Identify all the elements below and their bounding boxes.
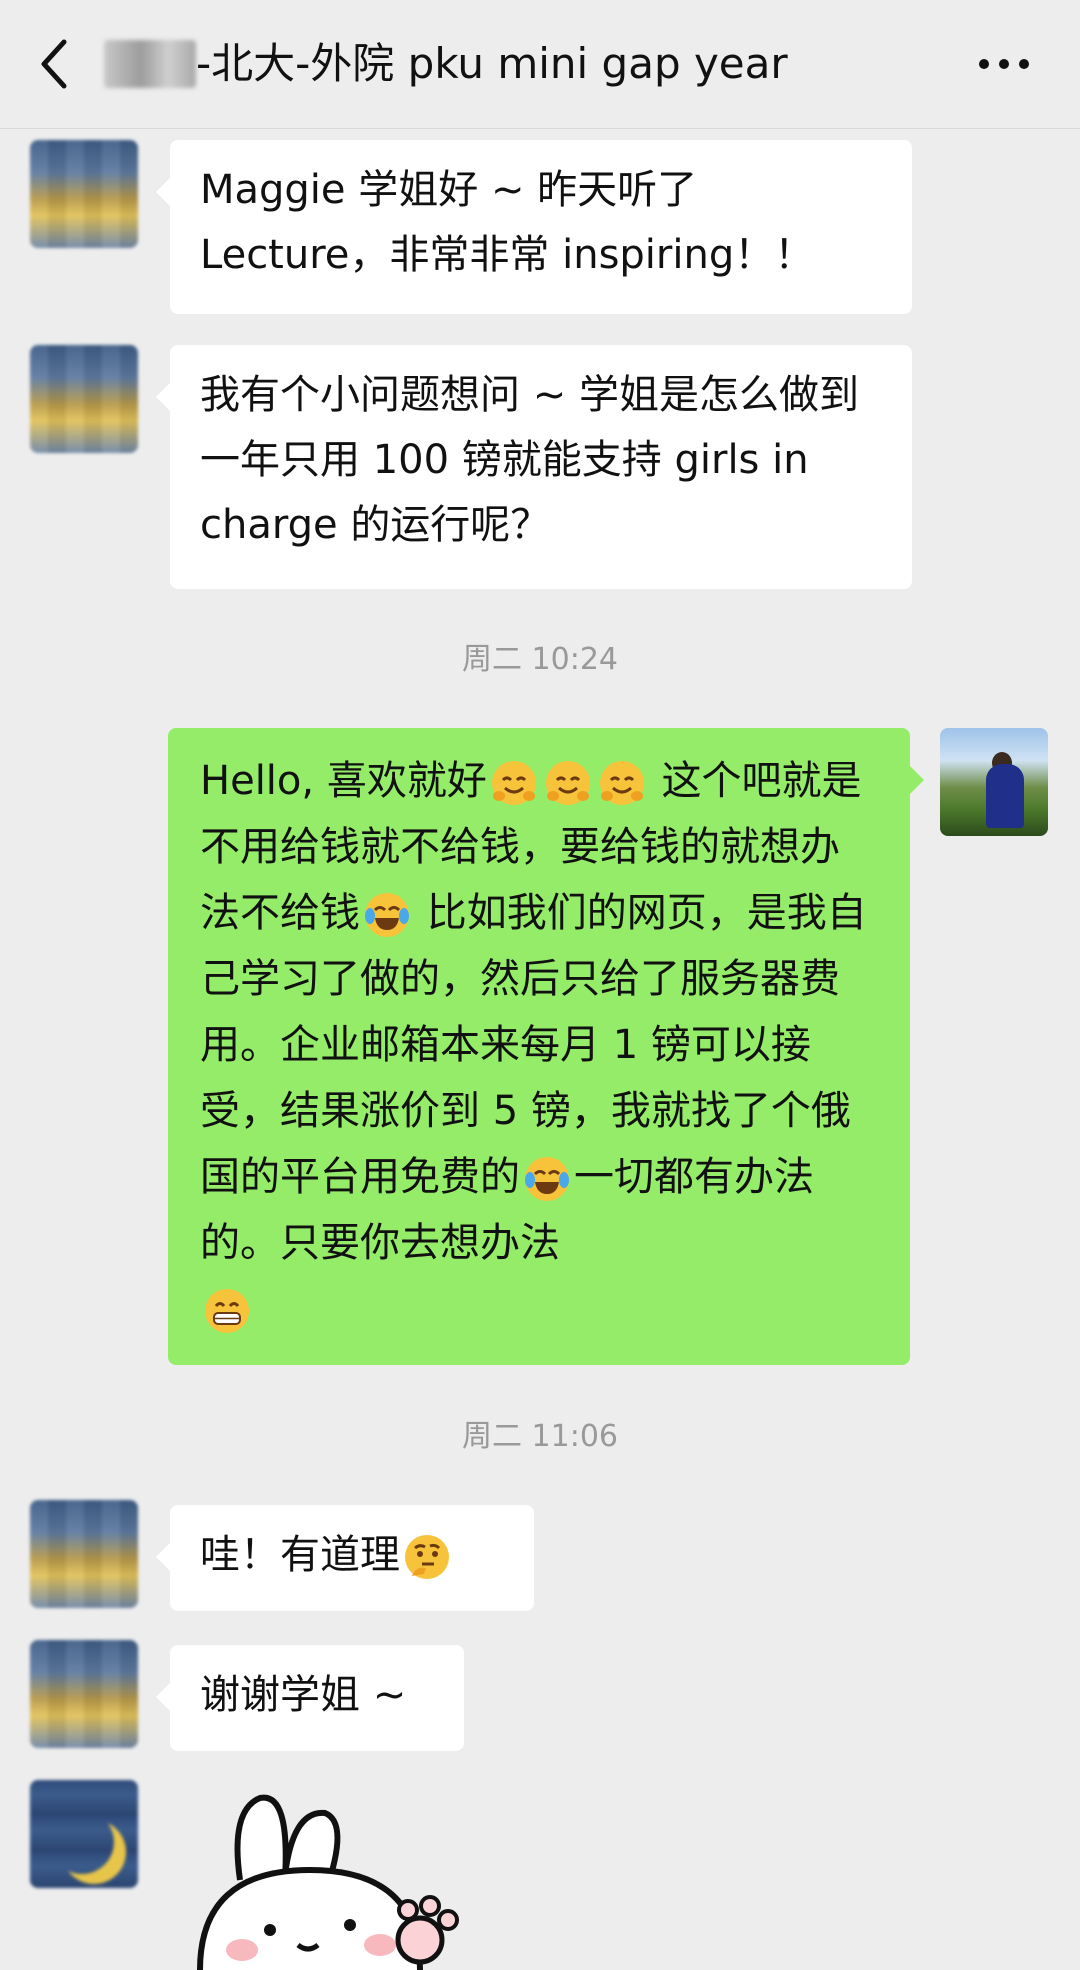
hugging-face-emoji-icon (491, 761, 536, 805)
my-avatar[interactable] (940, 728, 1048, 836)
message-bubble[interactable]: 哇！有道理 (156, 1505, 534, 1611)
message-text-part1: Hello, 喜欢就好 (200, 758, 487, 804)
sender-avatar[interactable] (30, 140, 138, 248)
tears-of-joy-emoji-icon (365, 893, 409, 937)
back-chevron-icon[interactable] (34, 36, 74, 92)
message-bubble[interactable]: Maggie 学姐好 ~ 昨天听了 Lecture，非常非常 inspiring… (156, 140, 912, 314)
chat-title: -北大-外院 pku mini gap year (196, 39, 788, 88)
message-bubble[interactable]: 谢谢学姐 ~ (156, 1645, 464, 1751)
moon-icon (50, 1810, 114, 1874)
chat-header: -北大-外院 pku mini gap year (0, 0, 1080, 129)
message-bubble[interactable]: 我有个小问题想问 ~ 学姐是怎么做到一年只用 100 镑就能支持 girls i… (156, 345, 912, 589)
blurred-title-prefix (104, 40, 196, 88)
more-dots-icon[interactable] (976, 44, 1032, 84)
waving-paw (395, 1895, 459, 1965)
timestamp: 周二 10:24 (462, 642, 618, 677)
tears-of-joy-emoji-icon (525, 1157, 569, 1201)
sender-avatar[interactable] (30, 1640, 138, 1748)
my-message-bubble[interactable]: Hello, 喜欢就好 这个吧就是不用给钱就不给钱，要给钱的就想办法不给钱 比如… (168, 728, 924, 1365)
message-text: 谢谢学姐 ~ (200, 1672, 407, 1718)
message-text: 哇！有道理 (200, 1532, 400, 1578)
thinking-face-emoji-icon (405, 1535, 449, 1579)
hugging-face-emoji-icon (599, 761, 644, 805)
grinning-face-emoji-icon (205, 1289, 249, 1333)
message-text: Maggie 学姐好 ~ 昨天听了 Lecture，非常非常 inspiring… (200, 167, 815, 278)
sender-avatar[interactable] (30, 1780, 138, 1888)
message-text: 我有个小问题想问 ~ 学姐是怎么做到一年只用 100 镑就能支持 girls i… (200, 372, 859, 548)
sender-avatar[interactable] (30, 345, 138, 453)
sender-avatar[interactable] (30, 1500, 138, 1608)
timestamp: 周二 11:06 (462, 1419, 618, 1454)
avatar-figure-dress (986, 764, 1024, 828)
hugging-face-emoji-icon (545, 761, 590, 805)
bunny-sticker[interactable] (180, 1790, 480, 1970)
